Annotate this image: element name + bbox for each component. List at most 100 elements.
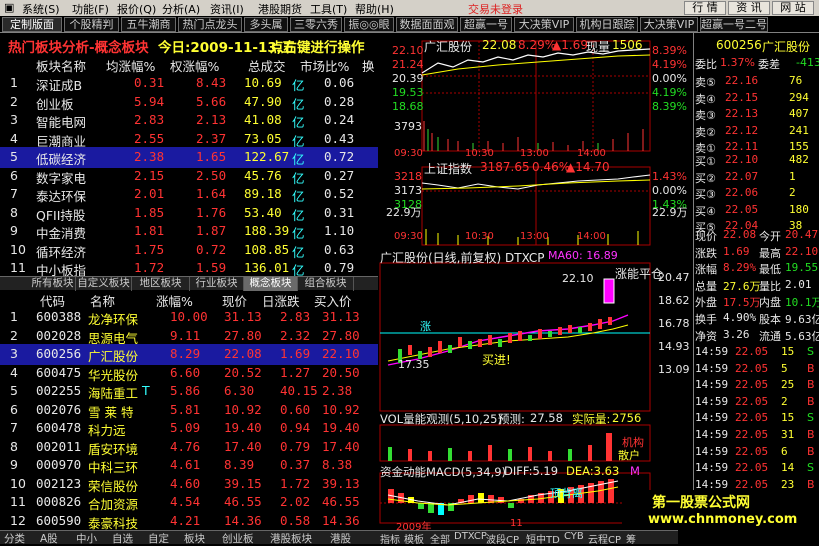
tab-three-zero-six[interactable]: 三零六秀 bbox=[290, 17, 342, 32]
ask-label: 卖② bbox=[695, 125, 716, 139]
total-volume: 188.39 bbox=[244, 223, 290, 238]
stock-price: 27.80 bbox=[224, 327, 262, 343]
weibi-label: 委比 bbox=[695, 58, 717, 71]
tab-hot-leader[interactable]: 热门点龙头 bbox=[178, 17, 242, 32]
bid-volume: 482 bbox=[789, 153, 809, 166]
index-time-2: 10:30 bbox=[465, 231, 494, 242]
total-volume: 108.85 bbox=[244, 241, 290, 257]
subtab-custom[interactable]: 自定义板块 bbox=[76, 277, 132, 291]
tab-bull[interactable]: 多头属 bbox=[244, 17, 288, 32]
tick-volume: 31 bbox=[781, 428, 795, 441]
stat-value-2: 19.55 bbox=[785, 261, 819, 275]
tab-five-bull[interactable]: 五牛潮商 bbox=[121, 17, 176, 32]
row-number: 1 bbox=[10, 75, 18, 90]
tick-time: 14:59 bbox=[695, 394, 729, 408]
indicator-tab-cyb[interactable]: CYB bbox=[564, 531, 584, 542]
tab-institution[interactable]: 机构日跟踪 bbox=[576, 17, 638, 32]
kline-month: 11 bbox=[510, 518, 523, 529]
stock-price: 20.52 bbox=[224, 364, 262, 380]
stat-label-2: 今开 bbox=[759, 230, 781, 243]
tick-price: 22.05 bbox=[735, 394, 769, 408]
tick-price: 22.05 bbox=[735, 428, 769, 441]
menu-quote[interactable]: 报价(Q) bbox=[117, 1, 156, 17]
tab-data-view[interactable]: 数据面面观 bbox=[396, 17, 458, 32]
stock-day-change: 2.02 bbox=[280, 494, 311, 509]
avg-change: 1.85 bbox=[134, 204, 165, 220]
intraday-rtick-5: 8.39% bbox=[652, 100, 687, 113]
hot-sector-title: 热门板块分析-概念板块 bbox=[8, 40, 149, 56]
tab-custom-layout[interactable]: 定制版面 bbox=[2, 17, 62, 32]
tick-side: B bbox=[807, 477, 815, 491]
subtab-industry[interactable]: 行业板块 bbox=[190, 277, 244, 291]
avg-change: 2.83 bbox=[134, 112, 165, 127]
ask-label: 卖⑤ bbox=[695, 76, 716, 89]
website-button[interactable]: 网 站 bbox=[772, 1, 814, 15]
tick-volume: 25 bbox=[781, 378, 795, 392]
macd-tag: M bbox=[630, 464, 640, 478]
macd-title: 资金动能MACD(5,34,9) bbox=[380, 465, 507, 479]
total-volume: 53.40 bbox=[244, 204, 282, 220]
ask-level: 卖② 22.12 241 bbox=[693, 123, 819, 140]
trade-login-status[interactable]: 交易未登录 bbox=[468, 1, 523, 17]
market-share: 0.31 bbox=[324, 204, 355, 220]
stock-price: 8.39 bbox=[224, 457, 255, 472]
menu-system[interactable]: 系统(S) bbox=[22, 1, 60, 17]
weighted-change: 1.65 bbox=[196, 149, 227, 164]
intraday-title: 广汇股份 bbox=[424, 40, 473, 54]
quote-button[interactable]: 行 情 bbox=[684, 1, 726, 15]
bid-volume: 2 bbox=[789, 186, 796, 200]
tick-row: 14:59 22.05 5 B bbox=[693, 361, 819, 378]
weighted-change: 1.64 bbox=[196, 186, 227, 201]
index-vol-tick: 22.9万 bbox=[386, 206, 422, 219]
tick-row: 14:59 22.05 31 B bbox=[693, 427, 819, 444]
stock-day-change: 0.58 bbox=[280, 512, 311, 528]
menu-analysis[interactable]: 分析(A) bbox=[162, 1, 200, 17]
menu-function[interactable]: 功能(F) bbox=[72, 1, 109, 17]
kline-rtick-2: 18.62 bbox=[658, 294, 690, 307]
tick-volume: 23 bbox=[781, 477, 795, 491]
tick-row: 14:59 22.05 25 B bbox=[693, 377, 819, 394]
tab-stock-judge[interactable]: 个股精判 bbox=[64, 17, 119, 32]
tick-side: S bbox=[807, 411, 814, 425]
weighted-change: 1.87 bbox=[196, 223, 227, 238]
tab-decision-vip[interactable]: 大决策VIP bbox=[514, 17, 574, 32]
ask-volume: 407 bbox=[789, 107, 809, 121]
stock-day-change: 1.69 bbox=[280, 346, 311, 361]
menu-tools[interactable]: 工具(T) bbox=[310, 1, 347, 17]
indicator-tab-dtxcp[interactable]: DTXCP bbox=[454, 531, 487, 542]
tick-volume: 5 bbox=[781, 361, 788, 375]
row-number: 1 bbox=[10, 309, 18, 324]
tick-price: 22.05 bbox=[735, 345, 769, 358]
tick-side: S bbox=[807, 345, 814, 358]
stock-day-change: 1.27 bbox=[280, 364, 311, 380]
stock-list-table: 1 600388 龙净环保 10.00 31.13 2.83 31.13 2 002028 思源电… bbox=[0, 307, 378, 532]
stock-price: 19.40 bbox=[224, 420, 262, 435]
stock-bid: 17.40 bbox=[322, 438, 360, 454]
intraday-tick-2: 21.24 bbox=[392, 58, 424, 71]
bid-level: 买③ 22.06 2 bbox=[693, 185, 819, 202]
menu-hk-futures[interactable]: 港股期货 bbox=[258, 1, 302, 17]
avg-change: 5.94 bbox=[134, 93, 165, 109]
avg-change: 2.01 bbox=[134, 186, 165, 201]
stock-bid: 20.50 bbox=[322, 364, 360, 380]
tab-super-win-2[interactable]: 超赢一号二号 bbox=[700, 17, 768, 32]
info-button[interactable]: 资 讯 bbox=[728, 1, 770, 15]
weighted-change: 2.13 bbox=[196, 112, 227, 127]
row-number: 2 bbox=[10, 327, 18, 343]
subtab-concept[interactable]: 概念板块 bbox=[244, 277, 298, 291]
index-time-1: 09:30 bbox=[394, 231, 423, 242]
tick-row: 14:59 22.05 14 S bbox=[693, 460, 819, 477]
subtab-all[interactable]: 所有板块 bbox=[30, 277, 76, 291]
ask-price: 22.13 bbox=[725, 107, 759, 121]
tab-decision-vip-2[interactable]: 大决策VIP bbox=[640, 17, 698, 32]
subtab-combo[interactable]: 组合板块 bbox=[298, 277, 354, 291]
menu-bar: ▣ 系统(S) 功能(F) 报价(Q) 分析(A) 资讯(I) 港股期货 工具(… bbox=[0, 0, 819, 16]
subtab-region[interactable]: 地区板块 bbox=[132, 277, 190, 291]
tab-super-win[interactable]: 超赢一号 bbox=[460, 17, 512, 32]
stock-row[interactable]: 12 600590 泰豪科技 4.21 14.36 0.58 14.36 bbox=[0, 511, 378, 532]
menu-help[interactable]: 帮助(H) bbox=[355, 1, 394, 17]
bid-price: 22.07 bbox=[725, 169, 759, 183]
tick-time: 14:59 bbox=[695, 477, 729, 491]
menu-info[interactable]: 资讯(I) bbox=[210, 1, 244, 17]
tab-eye[interactable]: 振◎◎眼 bbox=[344, 17, 394, 32]
